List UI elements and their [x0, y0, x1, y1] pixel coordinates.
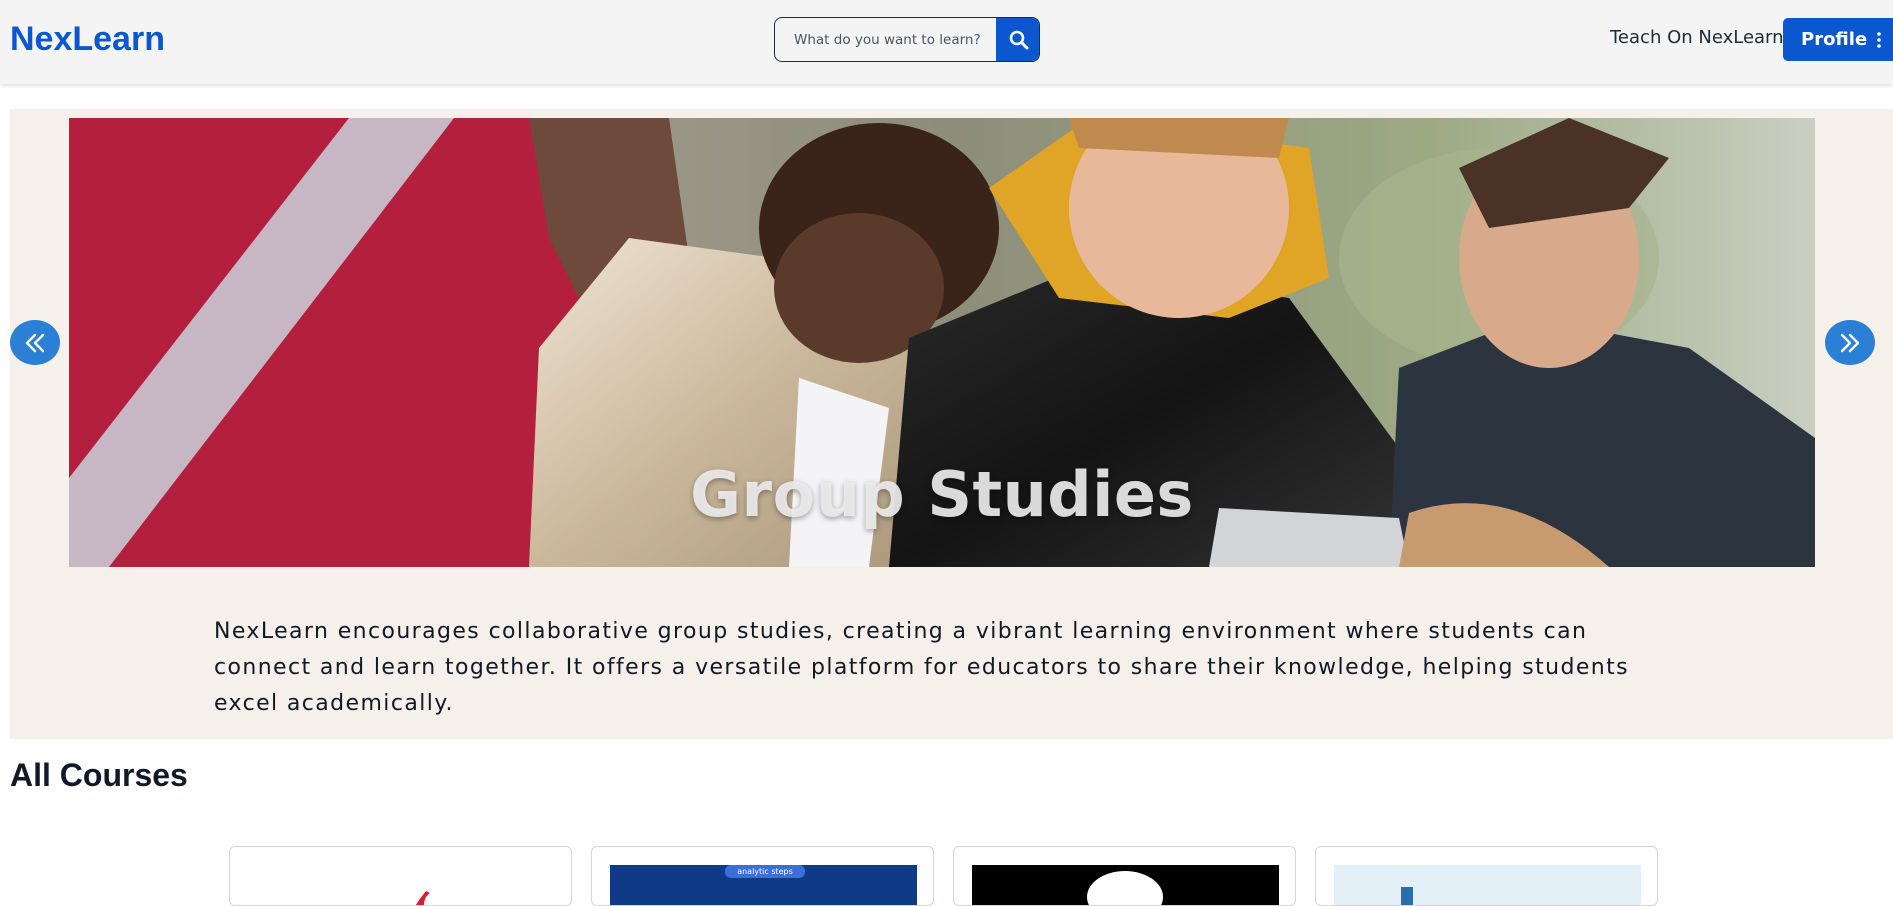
hero-slide-title: Group Studies — [690, 458, 1194, 531]
double-chevron-right-icon — [1840, 333, 1860, 352]
double-chevron-left-icon — [25, 333, 45, 352]
search-bar — [774, 17, 1040, 62]
course-card[interactable] — [1315, 846, 1658, 906]
course-card[interactable] — [953, 846, 1296, 906]
hero-carousel: Group Studies NexLearn encourages collab… — [10, 109, 1893, 739]
profile-button-label: Profile — [1801, 29, 1868, 50]
course-card[interactable] — [229, 846, 572, 906]
kebab-menu-icon — [1877, 31, 1881, 48]
analytic-steps-banner-text: analytic steps — [737, 867, 793, 876]
nexlearn-logo[interactable]: NexLearn — [10, 20, 165, 59]
all-courses-heading: All Courses — [10, 757, 188, 793]
teach-on-nexlearn-link[interactable]: Teach On NexLearn — [1610, 27, 1784, 48]
black-circle-thumbnail — [972, 865, 1279, 905]
red-logo-thumbnail — [248, 865, 555, 905]
search-button[interactable] — [996, 18, 1039, 61]
course-card[interactable]: analytic steps — [591, 846, 934, 906]
hero-slide-image: Group Studies — [69, 118, 1815, 567]
hero-description: NexLearn encourages collaborative group … — [214, 619, 1629, 716]
analytic-steps-thumbnail: analytic steps — [610, 865, 917, 905]
carousel-prev-button[interactable] — [10, 320, 60, 365]
carousel-next-button[interactable] — [1825, 320, 1875, 365]
profile-button[interactable]: Profile — [1783, 18, 1893, 61]
search-icon — [1009, 30, 1028, 49]
search-input[interactable] — [775, 18, 996, 61]
top-navbar: NexLearn Teach On NexLearn Profile — [0, 0, 1893, 84]
light-blue-thumbnail — [1334, 865, 1641, 905]
